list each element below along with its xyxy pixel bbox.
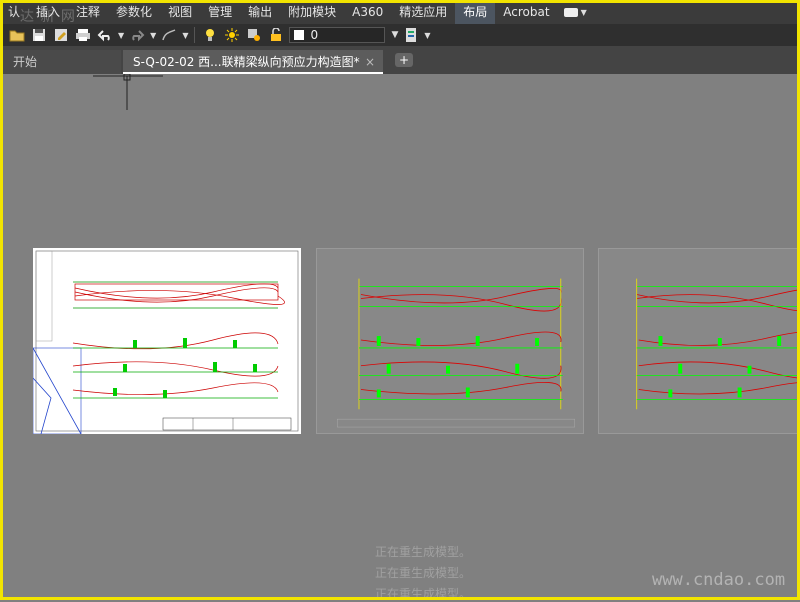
close-icon[interactable]: × (365, 50, 375, 74)
menu-item-output[interactable]: 输出 (240, 0, 280, 24)
chevron-down-icon: ▼ (580, 7, 587, 17)
match-properties-dropdown-icon[interactable]: ▼ (182, 31, 188, 40)
menu-bar: 认 插入 注释 参数化 视图 管理 输出 附加模块 A360 精选应用 布局 A… (0, 0, 800, 24)
status-message: 正在重生成模型。 (375, 545, 472, 559)
sun-icon (225, 28, 240, 42)
layer-dropdown-arrow-icon[interactable]: ▼ (391, 30, 398, 40)
layer-lock-toggle[interactable] (267, 26, 285, 44)
tab-start-label: 开始 (13, 55, 38, 69)
layer-on-toggle[interactable] (201, 26, 219, 44)
layer-freeze-toggle[interactable] (223, 26, 241, 44)
panel-toggle-icon (563, 7, 578, 17)
lightbulb-icon (206, 29, 215, 41)
new-tab-button[interactable]: + (395, 53, 413, 67)
plot-button[interactable] (74, 26, 92, 44)
viewport-sun-icon (248, 29, 261, 41)
customize-toolbar-icon[interactable]: ▼ (424, 31, 430, 40)
menu-item-acrobat[interactable]: Acrobat (495, 0, 557, 24)
menu-item-featured-apps[interactable]: 精选应用 (391, 0, 455, 24)
redo-icon (132, 30, 145, 42)
menu-overflow-button[interactable]: ▼ (563, 7, 587, 17)
status-message: 正在重生成模型。 (375, 566, 472, 580)
undo-button[interactable] (96, 26, 114, 44)
tab-drawing[interactable]: S-Q-02-02 西...联精梁纵向预应力构造图* × (123, 50, 383, 74)
menu-item-parametric[interactable]: 参数化 (108, 0, 160, 24)
brush-curve-icon (162, 29, 176, 41)
layout-thumbnail-2[interactable] (316, 248, 584, 434)
menu-item-view[interactable]: 视图 (160, 0, 200, 24)
layer-properties-button[interactable] (402, 26, 420, 44)
match-properties-button[interactable] (160, 26, 178, 44)
undo-icon (97, 30, 110, 42)
printer-icon (76, 29, 90, 41)
layout-thumbnail-active[interactable] (33, 248, 301, 434)
layer-properties-icon (406, 28, 417, 42)
layer-color-swatch (294, 30, 305, 40)
current-layer-name: 0 (310, 28, 319, 42)
layer-dropdown[interactable]: 0 (289, 27, 386, 43)
menu-item-layout[interactable]: 布局 (455, 0, 496, 24)
ucs-icon (93, 74, 163, 110)
save-as-icon (55, 29, 67, 41)
unlock-icon (271, 28, 282, 41)
redo-dropdown-icon[interactable]: ▼ (150, 31, 156, 40)
menu-item-a360[interactable]: A360 (344, 0, 391, 24)
save-button[interactable] (30, 26, 48, 44)
menu-item-manage[interactable]: 管理 (200, 0, 240, 24)
layer-viewport-freeze-toggle[interactable] (245, 26, 263, 44)
tab-start[interactable]: 开始 (3, 50, 121, 74)
quick-access-toolbar: ▼ ▼ ▼ 0 ▼ ▼ (0, 24, 800, 46)
undo-dropdown-icon[interactable]: ▼ (118, 31, 124, 40)
toolbar-separator (194, 27, 196, 43)
watermark-bottom-right: www.cndao.com (652, 570, 786, 590)
open-file-button[interactable] (8, 26, 26, 44)
folder-icon (9, 30, 25, 42)
status-message: 正在重生成模型。 (375, 587, 472, 601)
redo-button[interactable] (128, 26, 146, 44)
tab-drawing-label: S-Q-02-02 西...联精梁纵向预应力构造图* (133, 55, 360, 69)
save-as-button[interactable] (52, 26, 70, 44)
watermark-top-left: 达 新 网 (20, 9, 76, 25)
menu-item-addins[interactable]: 附加模块 (280, 0, 344, 24)
layout-thumbnail-3[interactable] (598, 248, 800, 434)
save-icon (33, 29, 45, 41)
